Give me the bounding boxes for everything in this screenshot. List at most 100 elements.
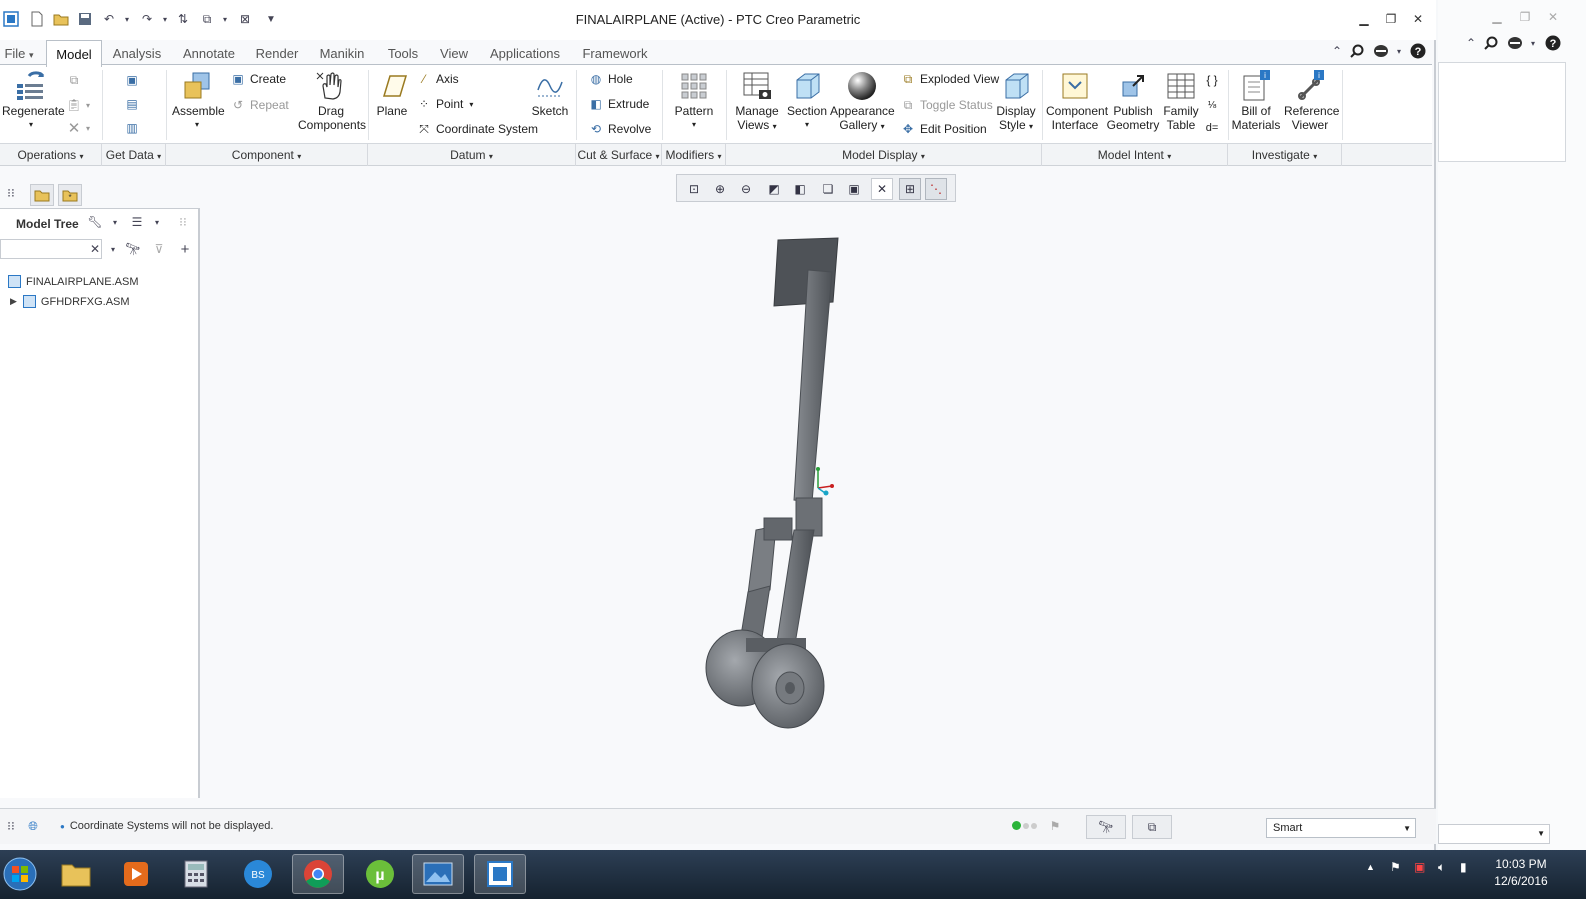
community-icon[interactable] xyxy=(1372,42,1390,60)
copy-icon[interactable]: ⧉ xyxy=(66,70,86,90)
tab-tools[interactable]: Tools xyxy=(378,42,428,66)
community-dropdown-icon[interactable]: ▾ xyxy=(1390,42,1408,60)
group-modifiers[interactable]: Modifiers ▾ xyxy=(662,144,726,166)
secondary-filter-dropdown[interactable]: ▼ xyxy=(1438,824,1550,844)
display-style-icon[interactable]: ◧ xyxy=(789,178,811,200)
tab-model[interactable]: Model xyxy=(46,40,102,67)
secondary-minimize-button[interactable]: ▁ xyxy=(1486,8,1508,26)
sketch-button[interactable]: Sketch xyxy=(530,70,570,118)
bill-of-materials-button[interactable]: i Bill of Materials xyxy=(1230,70,1282,132)
power-icon[interactable]: ▮ xyxy=(1460,860,1467,874)
model-tree-tab-icon[interactable]: ⁝⁝ xyxy=(2,184,20,202)
plane-button[interactable]: Plane xyxy=(372,70,412,118)
help-icon[interactable]: ? xyxy=(1409,42,1427,60)
tab-view[interactable]: View xyxy=(432,42,476,66)
component-interface-button[interactable]: Component Interface xyxy=(1046,70,1108,132)
find-icon[interactable]: 🔭︎ xyxy=(124,240,142,258)
utorrent-icon[interactable]: µ xyxy=(354,854,406,894)
spin-center-icon[interactable]: ⊞ xyxy=(899,178,921,200)
delete-icon[interactable]: ✕ ▾ xyxy=(66,118,90,138)
zoom-in-icon[interactable]: ⊕ xyxy=(709,178,731,200)
clear-search-icon[interactable]: ✕ xyxy=(86,240,104,258)
obs-icon[interactable]: BS xyxy=(232,854,284,894)
start-button[interactable] xyxy=(0,854,46,894)
group-operations[interactable]: Operations ▾ xyxy=(0,144,102,166)
manage-views-button[interactable]: Manage Views ▾ xyxy=(732,70,782,134)
paste-icon[interactable]: 📋︎ ▾ xyxy=(66,95,90,115)
group-investigate[interactable]: Investigate ▾ xyxy=(1228,144,1342,166)
extrude-button[interactable]: ◧ Extrude xyxy=(588,94,649,114)
brackets-icon[interactable]: { } xyxy=(1204,70,1224,90)
search-icon[interactable] xyxy=(1348,42,1366,60)
close-button[interactable]: ✕ xyxy=(1407,10,1429,28)
family-table-button[interactable]: Family Table xyxy=(1162,70,1200,132)
find-status-icon[interactable]: 🔭︎ xyxy=(1086,815,1126,839)
switch-dimensions-icon[interactable]: ⅛ xyxy=(1204,95,1224,115)
secondary-close-button[interactable]: ✕ xyxy=(1542,8,1564,26)
section-button[interactable]: Section ▾ xyxy=(786,70,828,132)
action-center-icon[interactable]: ⚑ xyxy=(1390,860,1401,874)
tab-applications[interactable]: Applications xyxy=(480,42,570,66)
assemble-button[interactable]: Assemble ▾ xyxy=(172,70,225,132)
tab-render[interactable]: Render xyxy=(248,42,306,66)
tab-analysis[interactable]: Analysis xyxy=(104,42,170,66)
saved-orientations-icon[interactable]: ❏ xyxy=(817,178,839,200)
secondary-community-icon[interactable] xyxy=(1506,34,1524,52)
toggle-status-button[interactable]: ⧉ Toggle Status xyxy=(900,95,993,115)
file-explorer-icon[interactable] xyxy=(50,854,102,894)
refit-icon[interactable]: ⊡ xyxy=(683,178,705,200)
secondary-help-icon[interactable]: ? xyxy=(1544,34,1562,52)
collapse-ribbon-icon[interactable]: ⌃ xyxy=(1328,42,1346,60)
selection-filter-dropdown[interactable]: Smart ▼ xyxy=(1266,818,1416,838)
revolve-button[interactable]: ⟲ Revolve xyxy=(588,119,651,139)
show-navigator-icon[interactable]: ⁝⁝ xyxy=(2,817,20,835)
media-player-icon[interactable] xyxy=(110,854,162,894)
tree-columns-icon[interactable]: ⁝⁝ xyxy=(174,213,192,231)
filter-icon[interactable]: ⊽ xyxy=(150,240,168,258)
system-clock[interactable]: 10:03 PM 12/6/2016 xyxy=(1486,856,1556,890)
show-browser-icon[interactable]: 🌐︎ xyxy=(24,817,42,835)
group-cut-surface[interactable]: Cut & Surface ▾ xyxy=(576,144,662,166)
pattern-button[interactable]: Pattern ▾ xyxy=(670,70,718,132)
view-manager-icon[interactable]: ▣ xyxy=(843,178,865,200)
add-filter-icon[interactable]: + xyxy=(176,240,194,258)
regenerate-button[interactable]: Regenerate ▾ xyxy=(2,70,65,132)
group-model-intent[interactable]: Model Intent ▾ xyxy=(1042,144,1228,166)
publish-geometry-button[interactable]: Publish Geometry xyxy=(1106,70,1160,132)
search-dropdown-icon[interactable]: ▾ xyxy=(104,240,122,258)
edit-position-button[interactable]: ✥ Edit Position xyxy=(900,119,987,139)
group-datum[interactable]: Datum ▾ xyxy=(368,144,576,166)
selection-buffer-icon[interactable]: ⧉ xyxy=(1132,815,1172,839)
axis-button[interactable]: ⁄ Axis xyxy=(416,69,459,89)
point-button[interactable]: ⁘ Point ▾ xyxy=(416,94,473,114)
show-hidden-icons[interactable]: ▲ xyxy=(1366,862,1375,872)
network-icon[interactable]: ▣ xyxy=(1414,860,1425,874)
group-model-display[interactable]: Model Display ▾ xyxy=(726,144,1042,166)
create-button[interactable]: ▣ Create xyxy=(230,69,286,89)
creo-taskbar-icon[interactable] xyxy=(474,854,526,894)
shrinkwrap-icon[interactable]: ▥ xyxy=(124,118,144,138)
tab-framework[interactable]: Framework xyxy=(574,42,656,66)
group-component[interactable]: Component ▾ xyxy=(166,144,368,166)
secondary-dropdown-icon[interactable]: ▾ xyxy=(1524,34,1542,52)
secondary-search-icon[interactable] xyxy=(1482,34,1500,52)
zoom-out-icon[interactable]: ⊖ xyxy=(735,178,757,200)
regen-status-icon[interactable] xyxy=(1012,821,1037,830)
hole-button[interactable]: ◍ Hole xyxy=(588,69,633,89)
group-get-data[interactable]: Get Data ▾ xyxy=(102,144,166,166)
flag-icon[interactable]: ⚑ xyxy=(1046,817,1064,835)
coordinate-system-button[interactable]: ⤧ Coordinate System xyxy=(416,119,538,139)
chrome-icon[interactable] xyxy=(292,854,344,894)
folder-browser-tab-icon[interactable] xyxy=(30,184,54,206)
datum-display-icon[interactable]: ✕ xyxy=(871,178,893,200)
tree-item-subassembly[interactable]: ▶ GFHDRFXG.ASM xyxy=(10,295,130,308)
photo-viewer-icon[interactable] xyxy=(412,854,464,894)
tree-settings-icon[interactable]: 🔧︎ xyxy=(86,213,104,231)
tree-item-root[interactable]: FINALAIRPLANE.ASM xyxy=(8,275,138,288)
tree-settings-dropdown-icon[interactable]: ▾ xyxy=(106,213,124,231)
tree-show-icon[interactable]: ☰ xyxy=(128,213,146,231)
exploded-view-button[interactable]: ⧉ Exploded View xyxy=(900,69,999,89)
secondary-maximize-button[interactable]: ❐ xyxy=(1514,8,1536,26)
maximize-button[interactable]: ❐ xyxy=(1380,10,1402,28)
expand-arrow-icon[interactable]: ▶ xyxy=(10,296,17,307)
